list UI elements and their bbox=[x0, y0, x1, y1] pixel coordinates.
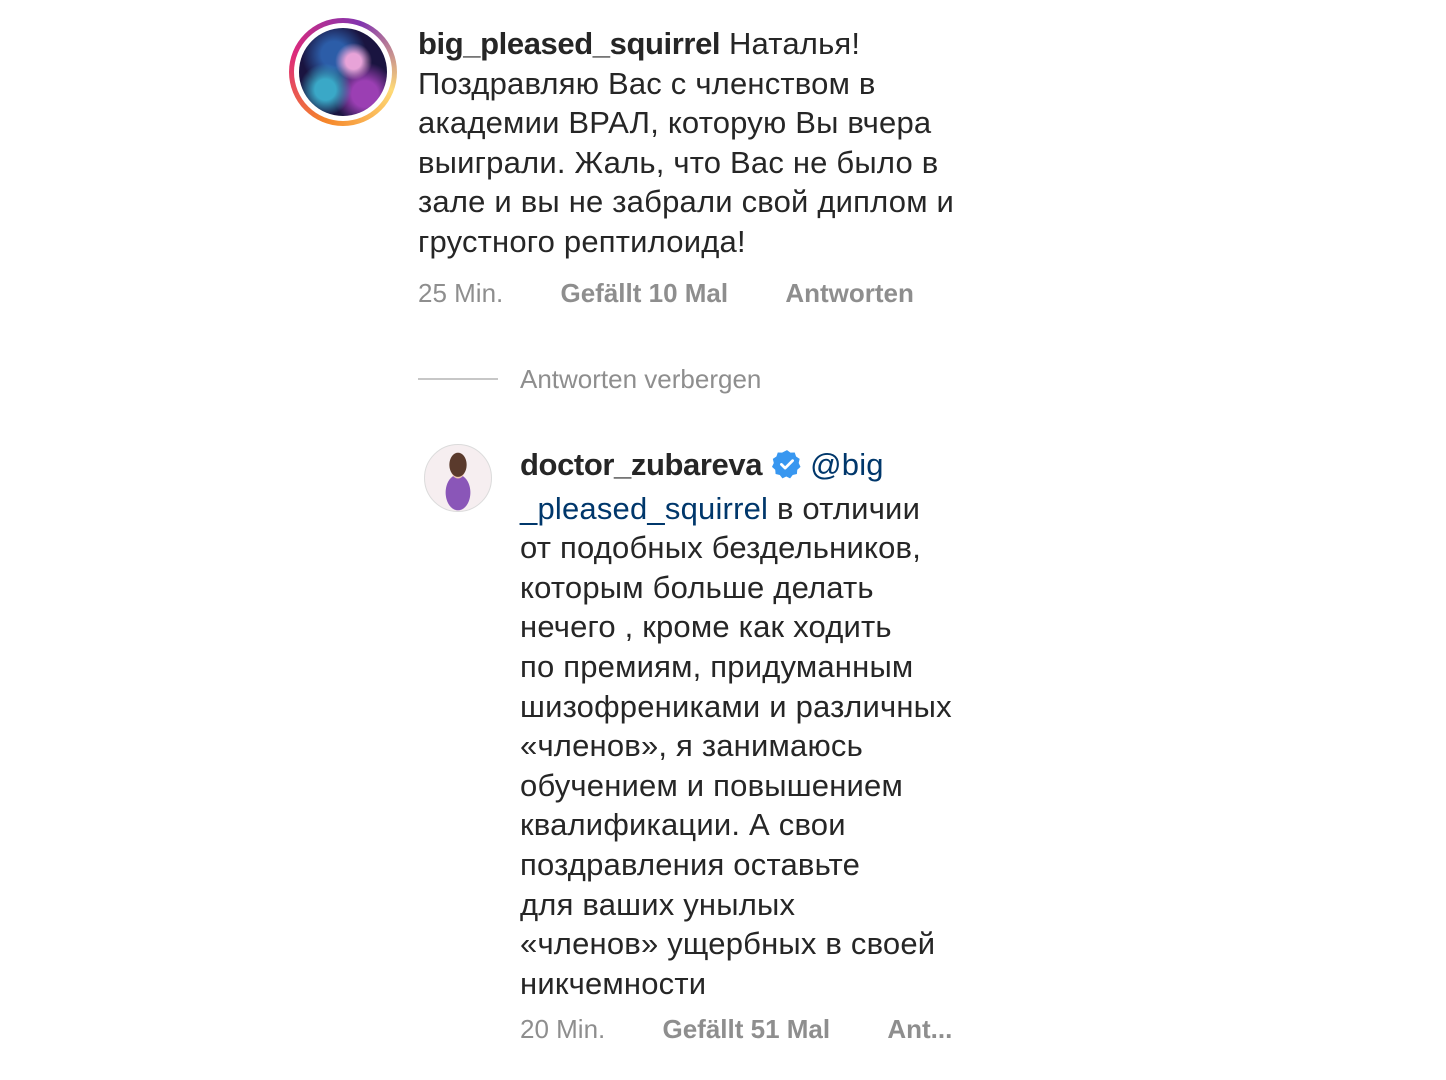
comment-timestamp: 25 Min. bbox=[418, 278, 504, 308]
comment-username[interactable]: doctor_zubareva bbox=[520, 447, 762, 482]
reply-button[interactable]: Ant... bbox=[887, 1014, 952, 1045]
comment-line: которым больше делать bbox=[520, 569, 874, 605]
comment-line: Наталья! bbox=[728, 26, 861, 61]
comment-line: «членов», я занимаюсь bbox=[520, 728, 863, 764]
comment-line: нечего , кроме как ходить bbox=[520, 609, 892, 645]
avatar[interactable] bbox=[299, 28, 387, 116]
mention-link[interactable]: @big bbox=[810, 447, 884, 482]
comment-first-line: doctor_zubareva @big bbox=[520, 445, 1040, 489]
likes-count-button[interactable]: Gefällt 10 Mal bbox=[561, 278, 729, 309]
avatar[interactable] bbox=[424, 444, 492, 512]
reply-button[interactable]: Antworten bbox=[785, 278, 914, 309]
comment-line: никчемности bbox=[520, 965, 707, 1001]
comment-text: doctor_zubareva @big _pleased_squirrel в … bbox=[520, 445, 1040, 1003]
comment-second-line: _pleased_squirrel в отличии bbox=[520, 489, 1040, 529]
hide-replies-button[interactable]: Antworten verbergen bbox=[418, 362, 761, 396]
comment-meta: 25 Min. Gefällt 10 Mal Antworten bbox=[418, 278, 914, 309]
comment-line: от подобных бездельников, bbox=[520, 530, 922, 566]
story-ring[interactable] bbox=[289, 18, 397, 126]
comment-line: шизофрениками и различных bbox=[520, 688, 952, 724]
comment-line: Поздравляю Вас с членством в bbox=[418, 65, 876, 101]
comment-line: зале и вы не забрали свой диплом и bbox=[418, 184, 955, 220]
comment-line: грустного рептилоида! bbox=[418, 223, 746, 259]
likes-count-button[interactable]: Gefällt 51 Mal bbox=[663, 1014, 831, 1045]
comment-first-line: big_pleased_squirrel Наталья! bbox=[418, 24, 1038, 64]
comment-line: выиграли. Жаль, что Вас не было в bbox=[418, 144, 939, 180]
verified-badge-icon bbox=[772, 449, 802, 489]
comment-username[interactable]: big_pleased_squirrel bbox=[418, 26, 721, 61]
hide-replies-label: Antworten verbergen bbox=[520, 363, 762, 394]
comment-line: в отличии bbox=[768, 490, 921, 526]
comment-line: квалификации. А свои bbox=[520, 807, 846, 843]
mention-link-continued[interactable]: _pleased_squirrel bbox=[520, 491, 768, 526]
comment-line: «членов» ущербных в своей bbox=[520, 926, 936, 962]
comment-line: обучением и повышением bbox=[520, 767, 904, 803]
comment-line: для ваших унылых bbox=[520, 886, 796, 922]
comment-line: по премиям, придуманным bbox=[520, 648, 914, 684]
comment-timestamp: 20 Min. bbox=[520, 1014, 606, 1044]
comment-text: big_pleased_squirrel Наталья! Поздравляю… bbox=[418, 24, 1038, 262]
comment-meta: 20 Min. Gefällt 51 Mal Ant... bbox=[520, 1014, 952, 1045]
comment-line: поздравления оставьте bbox=[520, 846, 861, 882]
comment-line: академии ВРАЛ, которую Вы вчера bbox=[418, 105, 932, 141]
divider-line bbox=[418, 378, 498, 380]
